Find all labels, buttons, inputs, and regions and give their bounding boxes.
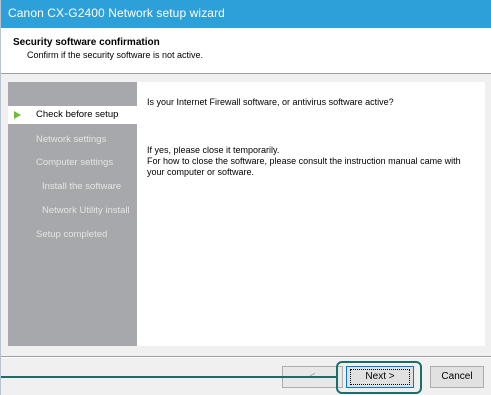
wizard-header: Security software confirmation Confirm i… [1, 28, 491, 74]
step-label: Install the software [42, 181, 122, 192]
step-label: Computer settings [36, 157, 114, 168]
step-network-settings: Network settings [8, 131, 137, 149]
step-network-utility-install: Network Utility install [8, 202, 137, 220]
title-bar[interactable]: Canon CX-G2400 Network setup wizard [1, 0, 491, 28]
current-step-arrow-icon [14, 111, 21, 119]
footer-divider [1, 356, 491, 358]
step-label: Check before setup [36, 109, 119, 120]
callout-line [1, 376, 336, 378]
instruction-line-2: For how to close the software, please co… [147, 156, 461, 166]
step-label: Setup completed [36, 229, 108, 240]
question-text: Is your Internet Firewall software, or a… [147, 97, 394, 107]
instruction-line-1: If yes, please close it temporarily. [147, 145, 280, 155]
step-label: Network settings [36, 134, 107, 145]
cancel-button[interactable]: Cancel [430, 366, 484, 388]
next-button-highlight [336, 361, 422, 394]
page-title: Security software confirmation [13, 37, 160, 48]
cancel-button-label: Cancel [441, 371, 473, 382]
instruction-line-3: your computer or software. [147, 167, 255, 177]
page-subtitle: Confirm if the security software is not … [27, 50, 204, 60]
wizard-window: Canon CX-G2400 Network setup wizard Secu… [0, 0, 491, 395]
content-area: Check before setup Network settings Comp… [8, 82, 485, 346]
step-label: Network Utility install [42, 205, 130, 216]
steps-sidebar: Check before setup Network settings Comp… [8, 82, 137, 346]
window-title: Canon CX-G2400 Network setup wizard [8, 6, 225, 20]
step-check-before-setup: Check before setup [8, 106, 137, 124]
step-setup-completed: Setup completed [8, 226, 137, 244]
step-install-software: Install the software [8, 178, 137, 196]
step-computer-settings: Computer settings [8, 154, 137, 172]
